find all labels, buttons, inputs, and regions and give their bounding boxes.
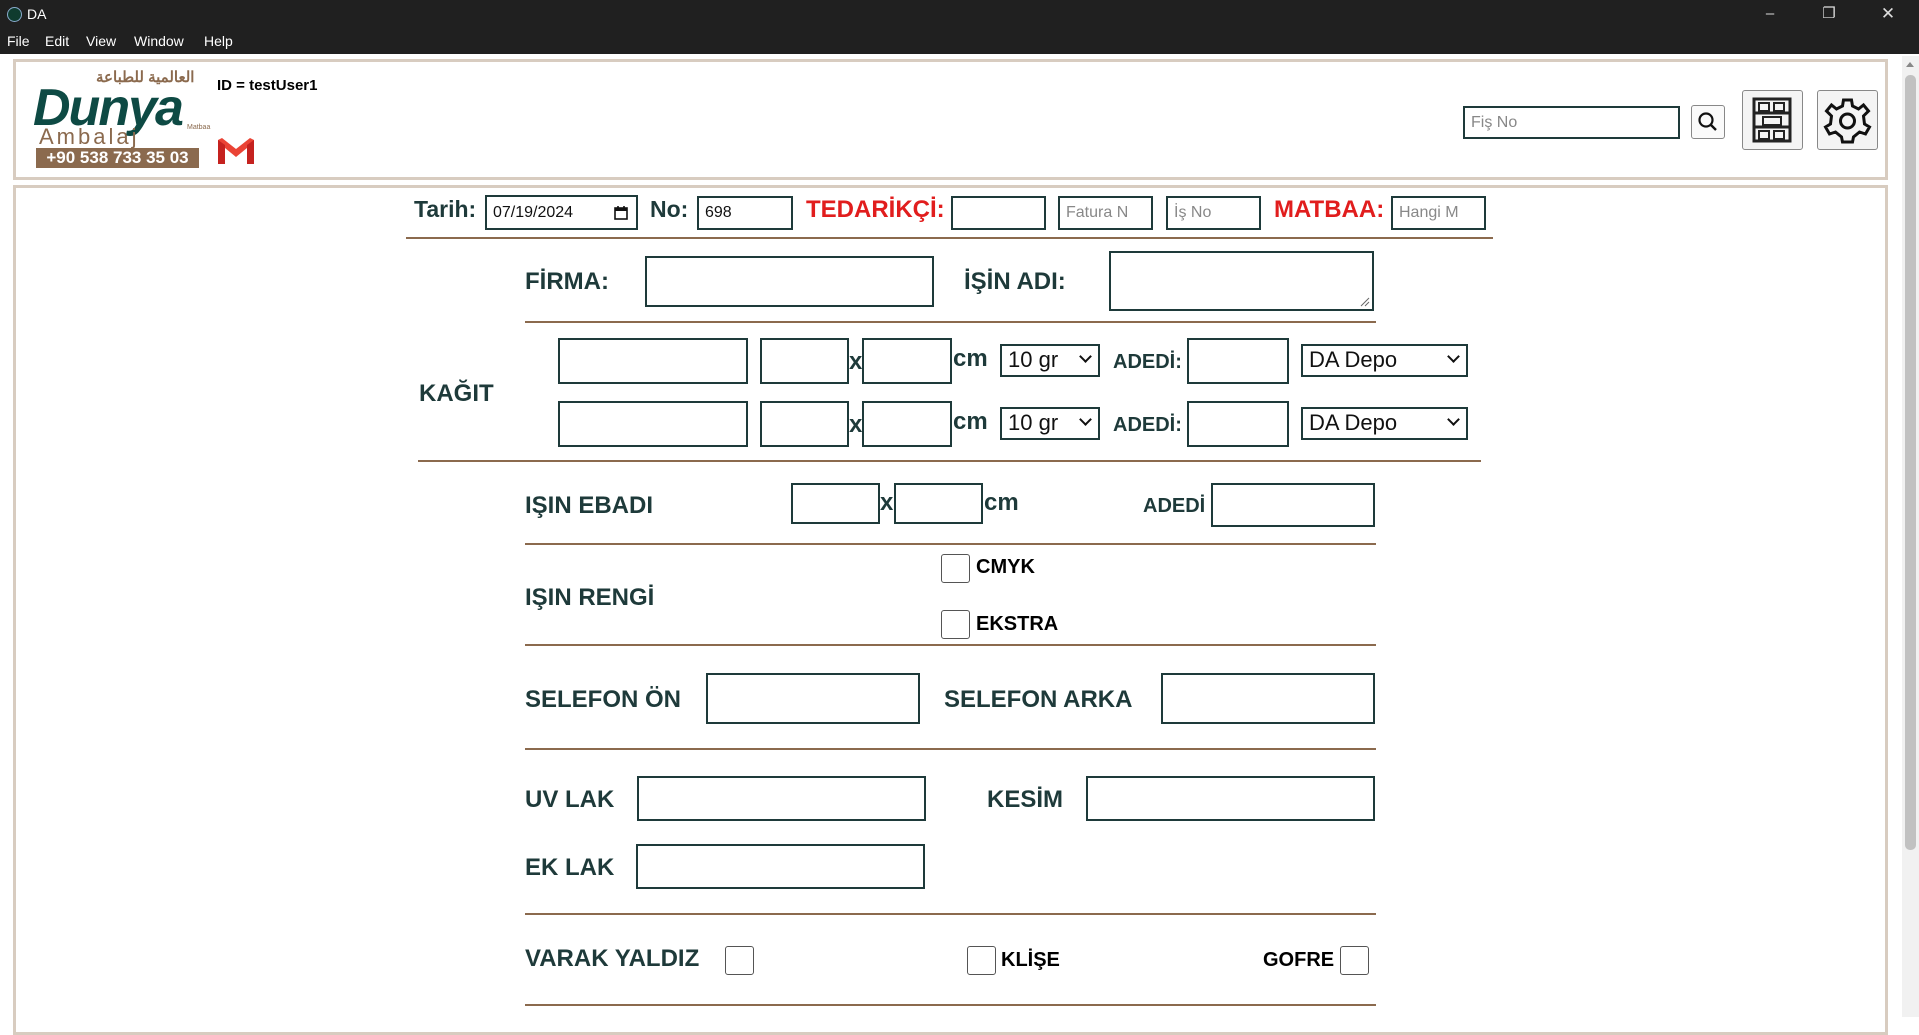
ek-lak-label: EK LAK [525, 854, 615, 881]
ekstra-checkbox[interactable] [941, 610, 970, 639]
selefon-arka-label: SELEFON ARKA [944, 686, 1133, 713]
company-logo: العالمية للطباعة Dunya Ambalaj Matbaa +9… [33, 69, 211, 168]
close-button[interactable]: ✕ [1865, 0, 1911, 28]
kagit-1-type-input[interactable] [558, 338, 748, 384]
menu-file[interactable]: File [7, 33, 30, 49]
kagit-1-depo-select[interactable]: DA Depo [1301, 344, 1468, 377]
kagit-1-height-input[interactable] [862, 338, 952, 384]
selefon-on-label: SELEFON ÖN [525, 686, 682, 713]
tedarikci-input[interactable] [951, 196, 1046, 230]
matbaa-label: MATBAA: [1274, 196, 1385, 223]
window-title: DA [27, 6, 47, 22]
search-button[interactable] [1691, 105, 1725, 139]
kagit-2-height-input[interactable] [862, 401, 952, 447]
kagit-2-adedi-label: ADEDİ: [1113, 414, 1182, 436]
scroll-up-icon[interactable] [1906, 62, 1914, 67]
divider [418, 460, 1481, 462]
divider [525, 644, 1376, 646]
kagit-2-gram-select[interactable]: 10 gr [1000, 407, 1100, 440]
kagit-1-gram-select[interactable]: 10 gr [1000, 344, 1100, 377]
warehouse-button[interactable] [1742, 90, 1803, 150]
menu-edit[interactable]: Edit [45, 33, 69, 49]
tedarikci-label: TEDARİKÇİ: [806, 196, 945, 223]
firma-input[interactable] [645, 256, 934, 307]
title-bar: DA – ❐ ✕ [0, 0, 1919, 28]
selefon-on-input[interactable] [706, 673, 920, 724]
shelf-icon [1752, 97, 1792, 143]
isin-ebadi-label: IŞIN EBADI [525, 492, 654, 519]
varak-yaldiz-checkbox[interactable] [725, 946, 754, 975]
menu-view[interactable]: View [86, 33, 116, 49]
chevron-down-icon [1447, 350, 1460, 363]
ebat-height-input[interactable] [894, 483, 983, 524]
kagit-label: KAĞIT [419, 380, 494, 407]
isin-rengi-label: IŞIN RENGİ [525, 584, 655, 611]
kesim-label: KESİM [987, 786, 1064, 813]
isin-adi-label: İŞİN ADI: [964, 268, 1066, 295]
ekstra-label: EKSTRA [976, 613, 1059, 635]
kagit-2-depo-select[interactable]: DA Depo [1301, 407, 1468, 440]
isin-adi-textarea[interactable] [1109, 251, 1374, 311]
restore-button[interactable]: ❐ [1806, 0, 1852, 28]
ebat-adedi-input[interactable] [1211, 483, 1375, 527]
divider [525, 543, 1376, 545]
kagit-1-adedi-input[interactable] [1187, 338, 1289, 384]
uv-lak-input[interactable] [637, 776, 926, 821]
matbaa-input[interactable]: Hangi M [1391, 196, 1486, 230]
ebat-width-input[interactable] [791, 483, 880, 524]
kagit-2-adedi-input[interactable] [1187, 401, 1289, 447]
klise-label: KLİŞE [1001, 949, 1060, 971]
ek-lak-input[interactable] [636, 844, 925, 889]
uv-lak-label: UV LAK [525, 786, 615, 813]
divider [525, 913, 1376, 915]
kagit-2-type-input[interactable] [558, 401, 748, 447]
no-label: No: [650, 196, 689, 222]
gofre-checkbox[interactable] [1340, 946, 1369, 975]
varak-yaldiz-label: VARAK YALDIZ [525, 945, 700, 972]
divider [525, 748, 1376, 750]
chevron-down-icon [1079, 350, 1092, 363]
vertical-scrollbar[interactable] [1902, 56, 1919, 1017]
kagit-2-width-input[interactable] [760, 401, 849, 447]
settings-button[interactable] [1817, 90, 1878, 150]
chevron-down-icon [1447, 413, 1460, 426]
calendar-icon [614, 206, 628, 220]
gofre-label: GOFRE [1263, 949, 1335, 971]
scroll-thumb[interactable] [1905, 75, 1916, 850]
divider [525, 321, 1376, 323]
selefon-arka-input[interactable] [1161, 673, 1375, 724]
minimize-button[interactable]: – [1747, 0, 1793, 28]
cmyk-label: CMYK [976, 556, 1035, 578]
kagit-1-width-input[interactable] [760, 338, 849, 384]
chevron-down-icon [1079, 413, 1092, 426]
fatura-no-input[interactable]: Fatura N [1058, 196, 1153, 230]
tarih-date-input[interactable]: 07/19/2024 [485, 195, 638, 230]
menu-window[interactable]: Window [134, 33, 184, 49]
divider [406, 237, 1493, 239]
resize-handle-icon [1360, 297, 1370, 307]
divider [525, 1004, 1376, 1006]
gear-icon [1823, 98, 1872, 144]
klise-checkbox[interactable] [967, 946, 996, 975]
ebat-adedi-label: ADEDİ [1143, 495, 1206, 517]
is-no-input[interactable]: İş No [1166, 196, 1261, 230]
fis-no-search-input[interactable]: Fiş No [1463, 106, 1680, 139]
user-id: ID = testUser1 [217, 77, 318, 94]
cmyk-checkbox[interactable] [941, 554, 970, 583]
header-panel: العالمية للطباعة Dunya Ambalaj Matbaa +9… [13, 59, 1888, 180]
kesim-input[interactable] [1086, 776, 1375, 821]
firma-label: FİRMA: [525, 268, 609, 295]
gmail-icon[interactable] [216, 136, 256, 166]
kagit-1-adedi-label: ADEDİ: [1113, 351, 1182, 373]
app-icon [7, 7, 22, 22]
menu-help[interactable]: Help [204, 33, 233, 49]
menu-bar: File Edit View Window Help [0, 28, 1919, 54]
no-input[interactable]: 698 [697, 196, 793, 230]
search-icon [1698, 112, 1717, 131]
tarih-label: Tarih: [414, 196, 477, 222]
phone-number: +90 538 733 35 03 [36, 148, 199, 168]
